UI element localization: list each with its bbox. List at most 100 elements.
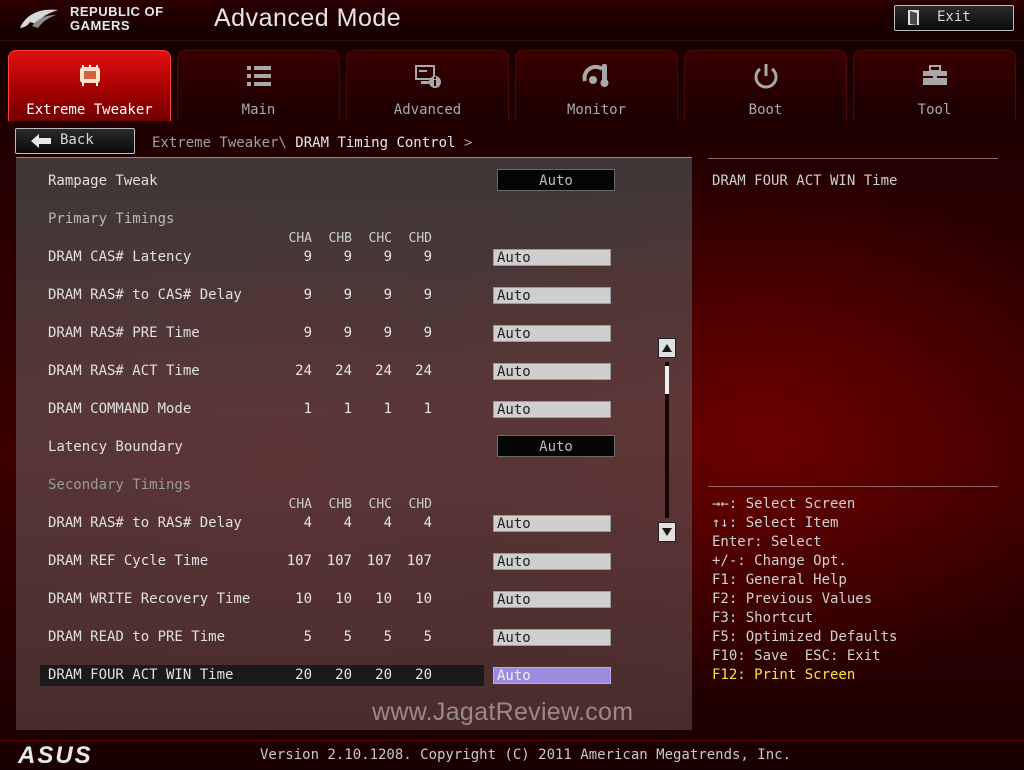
toolbox-icon — [923, 65, 947, 85]
chc-value: 9 — [383, 325, 392, 341]
chb-value: 9 — [343, 287, 352, 303]
asus-logo: ASUS — [18, 742, 93, 769]
ras-to-cas-delay-input[interactable]: Auto — [493, 287, 611, 304]
four-act-win-time-input[interactable]: Auto — [493, 667, 611, 684]
back-arrow-icon — [31, 134, 51, 148]
chc-value: 24 — [375, 363, 392, 379]
ras-act-time-input[interactable]: Auto — [493, 363, 611, 380]
primary-timings-header: Primary Timings — [48, 211, 175, 227]
chb-value: 10 — [335, 591, 352, 607]
chb-value: 20 — [335, 667, 352, 683]
row-label: DRAM RAS# to RAS# Delay — [48, 515, 242, 531]
cha-value: 107 — [286, 553, 312, 569]
read-to-pre-time-input[interactable]: Auto — [493, 629, 611, 646]
extreme-tweaker-icon — [80, 65, 100, 86]
chd-value: 5 — [423, 629, 432, 645]
ref-cycle-time-input[interactable]: Auto — [493, 553, 611, 570]
chb-value: 1 — [343, 401, 352, 417]
chd-value: 24 — [415, 363, 432, 379]
chd-value: 20 — [415, 667, 432, 683]
channel-header: CHD — [408, 231, 432, 246]
key-hint: F5: Optimized Defaults — [712, 629, 898, 645]
help-description: DRAM FOUR ACT WIN Time — [712, 173, 898, 189]
cha-value: 20 — [295, 667, 312, 683]
cha-value: 9 — [303, 325, 312, 341]
secondary-timings-header: Secondary Timings — [48, 477, 192, 493]
row-label: DRAM CAS# Latency — [48, 249, 192, 265]
cha-value: 10 — [295, 591, 312, 607]
chd-value: 1 — [423, 401, 432, 417]
tab-advanced[interactable]: Advanced — [346, 50, 509, 121]
advanced-settings-icon — [415, 65, 441, 88]
tab-label: Monitor — [566, 102, 626, 118]
tab-label: Advanced — [393, 102, 462, 118]
chb-value: 4 — [343, 515, 352, 531]
brand-text: REPUBLIC OF GAMERS — [70, 5, 164, 33]
chd-value: 9 — [423, 249, 432, 265]
chc-value: 9 — [383, 287, 392, 303]
chd-value: 107 — [406, 553, 432, 569]
ras-to-ras-delay-input[interactable]: Auto — [493, 515, 611, 532]
chc-value: 4 — [383, 515, 392, 531]
tab-label: Main — [241, 102, 276, 118]
top-bar: REPUBLIC OF GAMERS Advanced Mode Exit — [0, 0, 1024, 41]
chc-value: 107 — [366, 553, 392, 569]
cas-latency-input[interactable]: Auto — [493, 249, 611, 266]
cha-value: 9 — [303, 249, 312, 265]
brand-line-2: GAMERS — [70, 18, 131, 33]
exit-label: Exit — [937, 9, 971, 25]
scroll-down-button[interactable] — [658, 522, 676, 542]
chb-value: 9 — [343, 325, 352, 341]
exit-button[interactable]: Exit — [894, 5, 1014, 31]
back-button[interactable]: Back — [15, 128, 135, 154]
cha-value: 24 — [295, 363, 312, 379]
latency-boundary-select[interactable]: Auto — [497, 435, 615, 457]
version-text: Version 2.10.1208. Copyright (C) 2011 Am… — [260, 747, 792, 763]
tab-label: Tool — [917, 102, 952, 118]
brand-line-1: REPUBLIC OF — [70, 4, 164, 19]
list-icon — [247, 66, 271, 86]
tab-main[interactable]: Main — [177, 50, 340, 121]
tab-tool[interactable]: Tool — [853, 50, 1016, 121]
page-title: Advanced Mode — [214, 4, 402, 32]
chb-value: 9 — [343, 249, 352, 265]
rog-logo-icon — [20, 9, 58, 28]
key-hint: ↑↓: Select Item — [712, 515, 839, 531]
key-hint: →←: Select Screen — [712, 496, 856, 512]
breadcrumb: Extreme Tweaker\ DRAM Timing Control > — [152, 135, 472, 151]
tab-label: Boot — [748, 102, 783, 118]
chc-value: 5 — [383, 629, 392, 645]
triangle-down-icon — [662, 528, 672, 536]
tab-monitor[interactable]: Monitor — [515, 50, 678, 121]
triangle-up-icon — [662, 344, 672, 352]
key-hint-print-screen: F12: Print Screen — [712, 667, 856, 683]
latency-boundary-label: Latency Boundary — [48, 439, 183, 455]
chd-value: 4 — [423, 515, 432, 531]
row-label: DRAM REF Cycle Time — [48, 553, 209, 569]
help-divider — [708, 158, 998, 159]
key-hint: F2: Previous Values — [712, 591, 873, 607]
chb-value: 5 — [343, 629, 352, 645]
exit-door-icon — [908, 10, 919, 25]
scroll-up-button[interactable] — [658, 338, 676, 358]
breadcrumb-parent[interactable]: Extreme Tweaker\ — [152, 135, 287, 151]
row-label: DRAM RAS# to CAS# Delay — [48, 287, 242, 303]
chc-value: 10 — [375, 591, 392, 607]
scrollbar-thumb[interactable] — [665, 366, 669, 394]
channel-header: CHC — [368, 231, 392, 246]
write-recovery-time-input[interactable]: Auto — [493, 591, 611, 608]
tab-boot[interactable]: Boot — [684, 50, 847, 121]
key-hint: +/-: Change Opt. — [712, 553, 847, 569]
ras-pre-time-input[interactable]: Auto — [493, 325, 611, 342]
channel-header: CHD — [408, 497, 432, 512]
chd-value: 9 — [423, 325, 432, 341]
channel-header: CHC — [368, 497, 392, 512]
tab-label: Extreme Tweaker — [26, 102, 153, 118]
monitor-thermometer-icon — [582, 64, 609, 87]
tab-extreme-tweaker[interactable]: Extreme Tweaker — [8, 50, 171, 121]
command-mode-input[interactable]: Auto — [493, 401, 611, 418]
key-hint: F10: Save ESC: Exit — [712, 648, 881, 664]
back-label: Back — [60, 132, 94, 148]
channel-header: CHA — [288, 231, 312, 246]
rampage-tweak-select[interactable]: Auto — [497, 169, 615, 191]
